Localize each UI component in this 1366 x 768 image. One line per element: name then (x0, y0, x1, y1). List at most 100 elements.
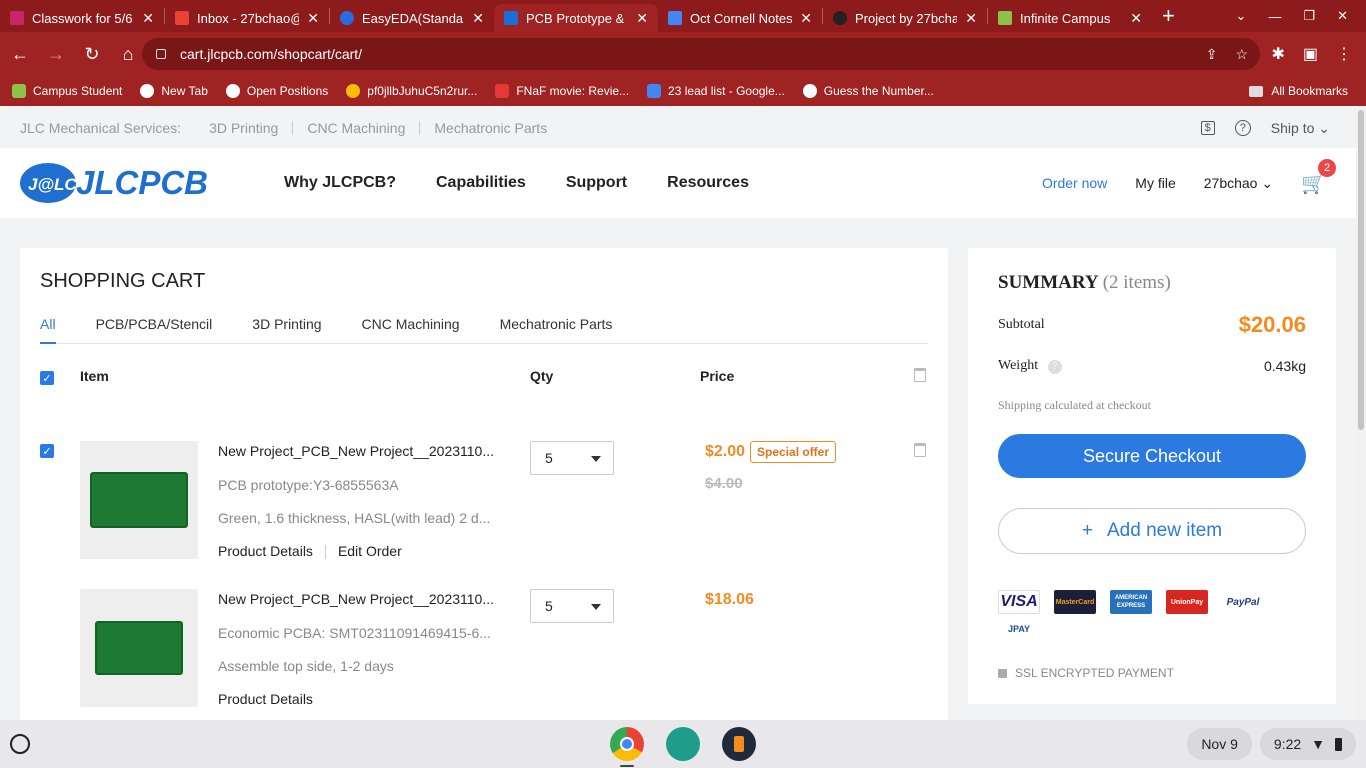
item-name[interactable]: New Project_PCB_New Project__2023110... (218, 443, 494, 459)
select-all-checkbox[interactable]: ✓ (40, 371, 54, 385)
close-tab-icon[interactable]: ✕ (965, 10, 977, 27)
lock-icon (998, 668, 1007, 678)
close-tab-icon[interactable]: ✕ (472, 10, 484, 27)
product-details-link[interactable]: Product Details (218, 543, 313, 559)
nav-why-jlcpcb[interactable]: Why JLCPCB? (284, 174, 396, 192)
pcb-thumbnail[interactable] (80, 441, 198, 559)
site-info-icon[interactable] (156, 49, 166, 59)
item-options: Green, 1.6 thickness, HASL(with lead) 2 … (218, 510, 491, 526)
plus-icon: + (1081, 520, 1093, 541)
weight-help-icon[interactable]: ? (1048, 360, 1063, 374)
tab-pcb[interactable]: PCB/PCBA/Stencil (96, 308, 213, 344)
extensions-icon[interactable]: ✱ (1271, 44, 1284, 64)
item-price: $2.00 (705, 443, 746, 460)
bookmark-item[interactable]: pf0jllbJuhuC5n2rur... (346, 84, 477, 98)
ship-to-dropdown[interactable]: Ship to ⌄ (1271, 120, 1330, 137)
currency-icon[interactable]: $ (1200, 121, 1215, 135)
back-icon[interactable]: ← (4, 38, 36, 70)
bookmark-item[interactable]: Campus Student (12, 84, 122, 98)
bookmark-item[interactable]: FNaF movie: Revie... (495, 84, 629, 98)
quantity-select[interactable]: 5 (530, 441, 614, 475)
nav-resources[interactable]: Resources (667, 174, 749, 192)
files-app-icon[interactable] (722, 727, 756, 761)
home-icon[interactable]: ⌂ (112, 38, 144, 70)
jlcpcb-logo[interactable]: J@LC JLCPCB (20, 160, 220, 206)
pcb-board-image (90, 472, 188, 528)
maximize-icon[interactable]: ❐ (1303, 8, 1315, 24)
nav-capabilities[interactable]: Capabilities (436, 174, 526, 192)
bookmark-item[interactable]: New Tab (140, 84, 208, 98)
tab-3d-printing[interactable]: 3D Printing (252, 308, 321, 344)
close-tab-icon[interactable]: ✕ (800, 10, 812, 27)
edit-order-link[interactable]: Edit Order (338, 543, 402, 559)
menu-kebab-icon[interactable]: ⋮ (1336, 44, 1352, 64)
browser-tab[interactable]: Oct Cornell Notes ✕ (658, 4, 822, 32)
scrollbar-thumb[interactable] (1358, 110, 1364, 430)
photos-pinwheel-icon (346, 84, 361, 98)
amex-logo: AMERICAN EXPRESS (1110, 590, 1152, 614)
paypal-logo: PayPal (1222, 590, 1264, 614)
browser-tab[interactable]: Classwork for 5/6 ✕ (0, 4, 164, 32)
minimize-icon[interactable]: — (1268, 9, 1281, 24)
delete-item-icon[interactable] (914, 443, 926, 457)
browser-tab[interactable]: EasyEDA(Standard ✕ (330, 4, 494, 32)
reload-icon[interactable]: ↻ (76, 38, 108, 70)
launcher-icon[interactable] (10, 734, 30, 754)
svg-text:JLCPCB: JLCPCB (76, 164, 208, 201)
tab-favicon-icon (998, 11, 1012, 25)
product-details-link[interactable]: Product Details (218, 691, 313, 707)
system-tray[interactable]: 9:22 ▼ (1259, 728, 1356, 760)
browser-tab[interactable]: Project by 27bcha ✕ (823, 4, 987, 32)
service-link-mechatronic[interactable]: Mechatronic Parts (434, 120, 547, 136)
quantity-select[interactable]: 5 (530, 589, 614, 623)
service-link-cnc[interactable]: CNC Machining (307, 120, 405, 136)
payment-methods: VISA MasterCard AMERICAN EXPRESS UnionPa… (998, 590, 1306, 636)
tab-all[interactable]: All (40, 308, 56, 344)
tab-mechatronic[interactable]: Mechatronic Parts (500, 308, 613, 344)
tab-cnc[interactable]: CNC Machining (362, 308, 460, 344)
user-menu[interactable]: 27bchao ⌄ (1204, 175, 1273, 192)
tab-search-icon[interactable]: ⌄ (1236, 8, 1247, 24)
close-window-icon[interactable]: ✕ (1337, 8, 1348, 24)
column-price: Price (700, 368, 735, 384)
bookmark-item[interactable]: 23 lead list - Google... (647, 84, 785, 98)
tab-favicon-icon (10, 11, 24, 25)
secure-checkout-button[interactable]: Secure Checkout (998, 434, 1306, 478)
pcb-thumbnail[interactable] (80, 589, 198, 707)
address-bar[interactable]: cart.jlcpcb.com/shopcart/cart/ ⇪ ☆ (142, 38, 1260, 70)
side-panel-icon[interactable]: ▣ (1303, 44, 1318, 64)
os-shelf: Nov 9 9:22 ▼ (0, 720, 1366, 768)
delete-all-icon[interactable] (914, 368, 926, 382)
all-bookmarks[interactable]: All Bookmarks (1249, 76, 1348, 106)
forward-icon[interactable]: → (40, 38, 72, 70)
service-link-3d-printing[interactable]: 3D Printing (209, 120, 278, 136)
browser-tab-strip: Classwork for 5/6 ✕ Inbox - 27bchao@ ✕ Eas… (0, 0, 1366, 32)
order-now-link[interactable]: Order now (1042, 175, 1107, 191)
window-controls: ⌄ — ❐ ✕ (1236, 0, 1366, 32)
bookmark-star-icon[interactable]: ☆ (1235, 46, 1248, 63)
close-tab-icon[interactable]: ✕ (307, 10, 319, 27)
bookmark-item[interactable]: Open Positions (225, 84, 328, 98)
nav-support[interactable]: Support (566, 174, 627, 192)
add-new-item-button[interactable]: + Add new item (998, 508, 1306, 554)
date-pill[interactable]: Nov 9 (1187, 728, 1252, 760)
cart-icon[interactable]: 🛒 2 (1301, 158, 1336, 196)
bookmark-item[interactable]: Guess the Number... (802, 84, 934, 98)
my-file-link[interactable]: My file (1135, 175, 1175, 191)
item-checkbox[interactable]: ✓ (40, 444, 54, 458)
browser-tab-active[interactable]: PCB Prototype & I ✕ (494, 4, 658, 32)
browser-tab[interactable]: Inbox - 27bchao@ ✕ (165, 4, 329, 32)
globe-icon (802, 84, 817, 98)
item-name[interactable]: New Project_PCB_New Project__2023110... (218, 591, 494, 607)
browser-tab[interactable]: Infinite Campus ✕ (988, 4, 1152, 32)
item-spec: Economic PCBA: SMT02311091469415-6... (218, 625, 491, 641)
close-tab-icon[interactable]: ✕ (142, 10, 154, 27)
close-tab-icon[interactable]: ✕ (636, 10, 648, 27)
new-tab-icon[interactable]: + (1162, 3, 1175, 29)
page-scrollbar[interactable] (1356, 108, 1366, 720)
close-tab-icon[interactable]: ✕ (1130, 10, 1142, 27)
help-icon[interactable]: ? (1234, 120, 1251, 136)
share-icon[interactable]: ⇪ (1206, 46, 1218, 63)
classroom-app-icon[interactable] (666, 727, 700, 761)
chrome-app-icon[interactable] (610, 727, 644, 767)
